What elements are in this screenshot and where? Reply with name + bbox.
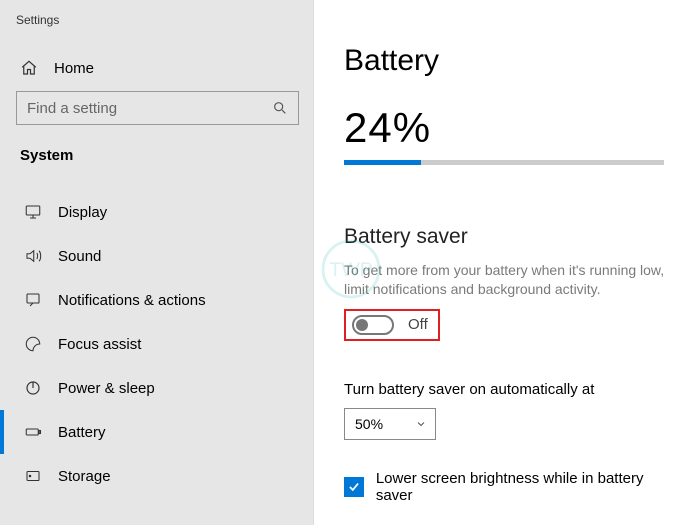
lower-brightness-row[interactable]: Lower screen brightness while in battery…	[344, 470, 682, 504]
nav-list: Display Sound Notifications & actions Fo…	[0, 190, 313, 498]
sidebar-item-power[interactable]: Power & sleep	[0, 366, 313, 410]
auto-on-label: Turn battery saver on automatically at	[344, 381, 682, 398]
sidebar-item-label: Battery	[58, 424, 106, 441]
focus-icon	[24, 335, 42, 353]
lower-brightness-label: Lower screen brightness while in battery…	[376, 470, 682, 504]
notifications-icon	[24, 291, 42, 309]
sidebar-item-label: Display	[58, 204, 107, 221]
sidebar-item-focus-assist[interactable]: Focus assist	[0, 322, 313, 366]
battery-saver-state: Off	[408, 316, 428, 333]
search-icon	[272, 100, 288, 116]
sidebar-item-notifications[interactable]: Notifications & actions	[0, 278, 313, 322]
auto-on-value: 50%	[355, 416, 383, 432]
battery-percent: 24%	[344, 104, 682, 152]
battery-progress-fill	[344, 160, 421, 165]
left-pane: Settings Home Find a setting System Disp…	[0, 0, 314, 525]
auto-on-dropdown[interactable]: 50%	[344, 408, 436, 440]
search-input[interactable]: Find a setting	[16, 91, 299, 125]
battery-saver-title: Battery saver	[344, 225, 682, 249]
sidebar-item-sound[interactable]: Sound	[0, 234, 313, 278]
battery-saver-toggle-highlight: Off	[344, 309, 440, 341]
sidebar-item-battery[interactable]: Battery	[0, 410, 313, 454]
app-title: Settings	[0, 0, 313, 27]
battery-saver-toggle[interactable]	[352, 315, 394, 335]
lower-brightness-checkbox[interactable]	[344, 477, 364, 497]
storage-icon	[24, 467, 42, 485]
section-label: System	[0, 125, 313, 172]
search-placeholder: Find a setting	[27, 100, 117, 117]
sidebar-item-label: Sound	[58, 248, 101, 265]
sidebar-item-label: Power & sleep	[58, 380, 155, 397]
sidebar-item-label: Notifications & actions	[58, 292, 206, 309]
battery-icon	[24, 423, 42, 441]
sound-icon	[24, 247, 42, 265]
sidebar-home-label: Home	[54, 60, 94, 77]
battery-progress	[344, 160, 664, 165]
power-icon	[24, 379, 42, 397]
chevron-down-icon	[415, 418, 427, 430]
display-icon	[24, 203, 42, 221]
sidebar-item-label: Storage	[58, 468, 111, 485]
right-pane: Battery 24% Battery saver To get more fr…	[314, 0, 682, 525]
page-title: Battery	[344, 44, 682, 78]
home-icon	[20, 59, 38, 77]
sidebar-item-storage[interactable]: Storage	[0, 454, 313, 498]
sidebar-home[interactable]: Home	[0, 27, 313, 77]
battery-saver-help: To get more from your battery when it's …	[344, 261, 682, 299]
sidebar-item-label: Focus assist	[58, 336, 141, 353]
sidebar-item-display[interactable]: Display	[0, 190, 313, 234]
